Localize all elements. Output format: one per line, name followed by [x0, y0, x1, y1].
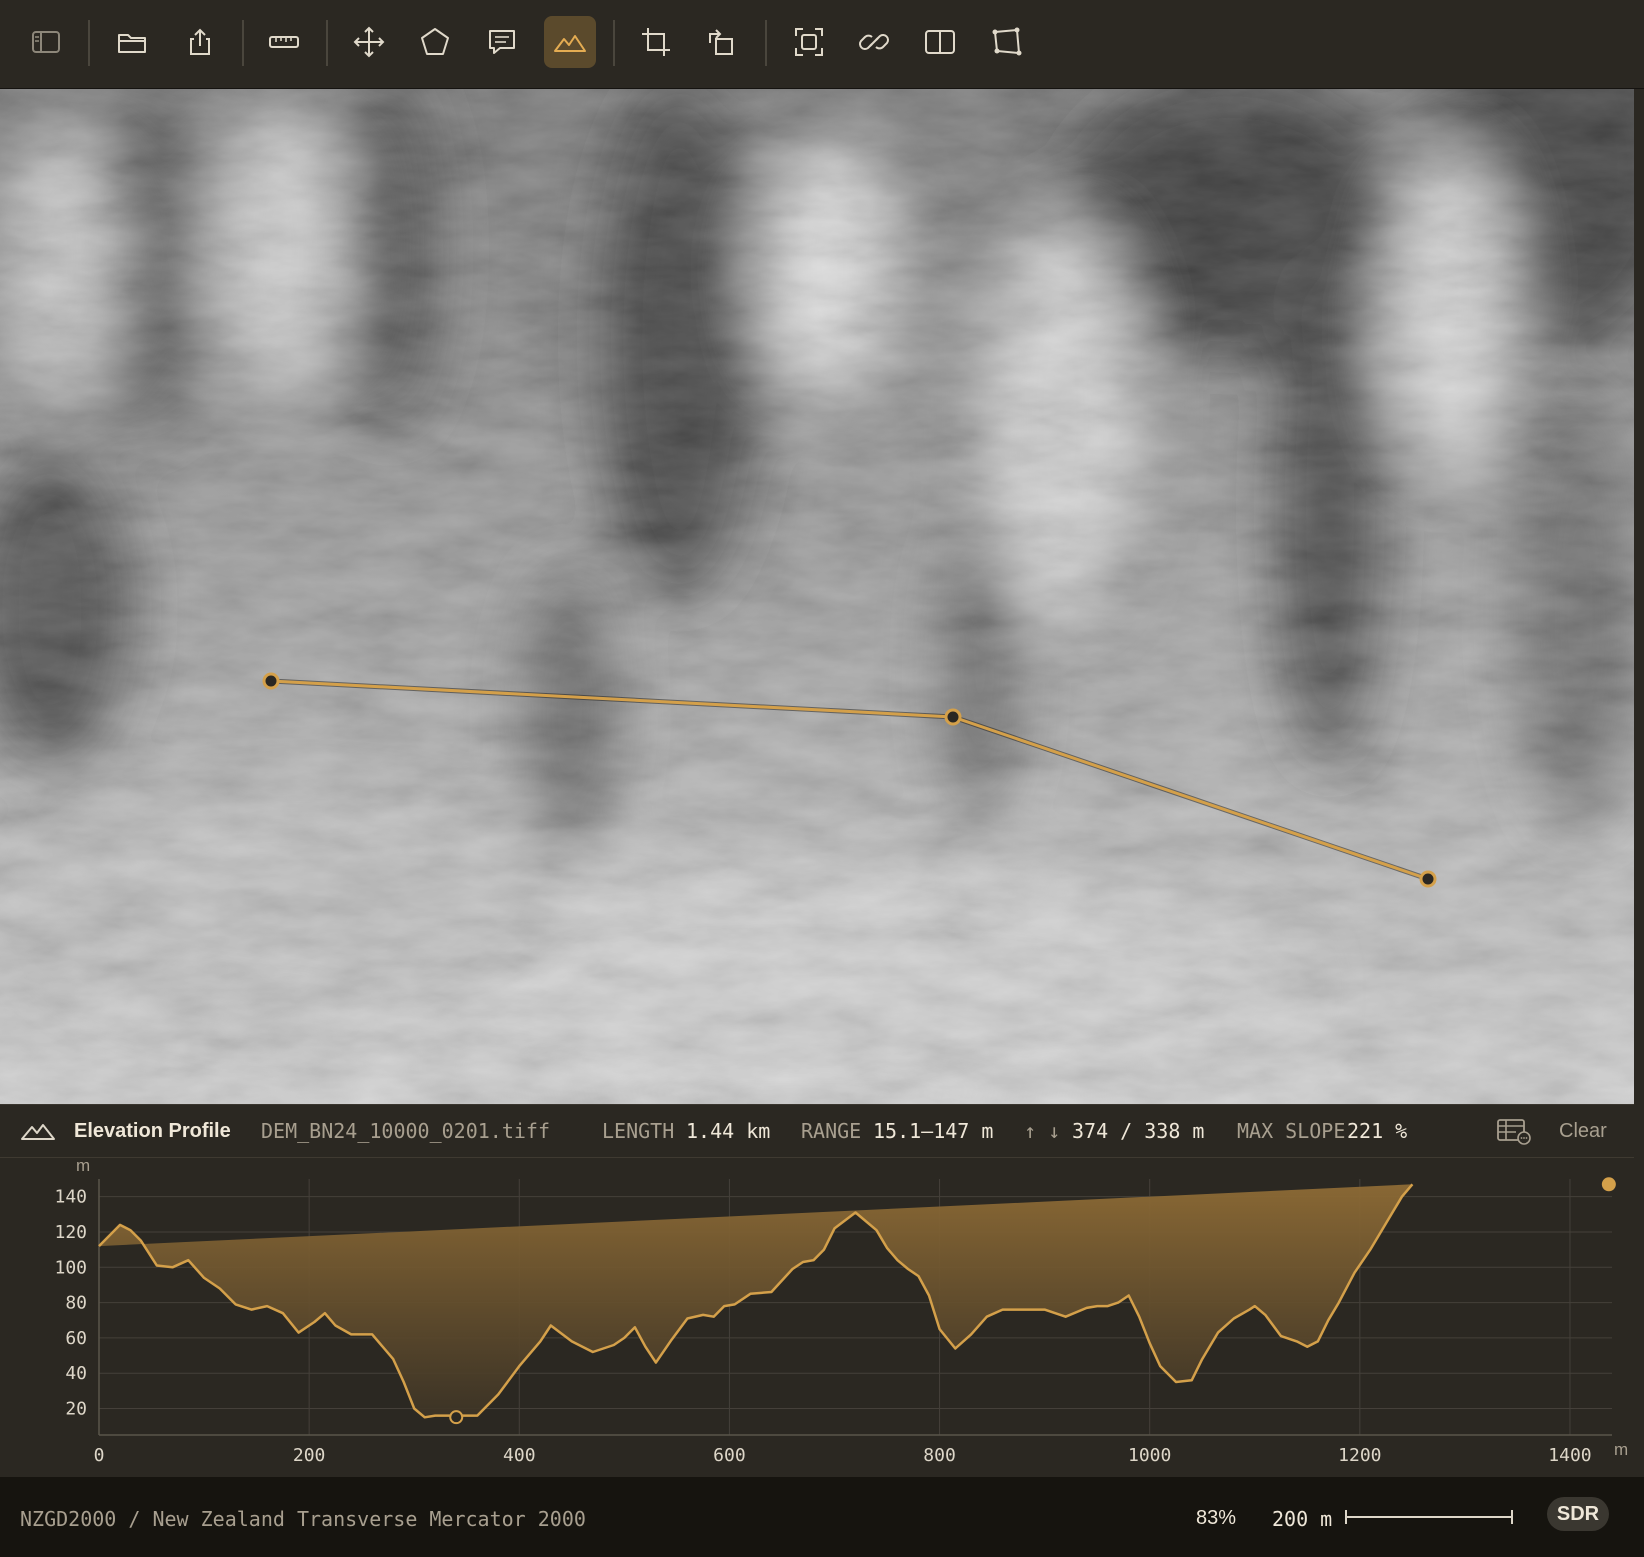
y-tick-label: 80	[65, 1293, 87, 1314]
y-tick-label: 20	[65, 1399, 87, 1420]
x-tick-label: 200	[293, 1445, 326, 1466]
x-axis: 0 200 400 600 800 1000 1200 1400	[94, 1434, 1612, 1466]
fit-to-screen-button[interactable]	[783, 16, 835, 68]
profile-title: Elevation Profile	[74, 1120, 231, 1142]
length-value: 1.44 km	[686, 1119, 771, 1143]
y-axis-unit: m	[76, 1157, 90, 1175]
ascent-descent-value: 374 / 338 m	[1072, 1119, 1205, 1143]
crop-button[interactable]	[630, 16, 682, 68]
comment-icon	[489, 30, 515, 54]
dem-terrain-image	[0, 89, 1634, 1104]
transform-icon	[992, 27, 1022, 56]
max-slope-label: MAX SLOPE	[1237, 1119, 1346, 1143]
elevation-profile-icon	[21, 1124, 55, 1140]
move-button[interactable]	[343, 16, 395, 68]
sidebar-toggle-icon	[32, 31, 60, 53]
range-label: RANGE	[801, 1119, 862, 1143]
end-point-marker	[1601, 1177, 1616, 1192]
length-label: LENGTH	[602, 1119, 675, 1143]
x-tick-label: 600	[713, 1445, 746, 1466]
elevation-area	[99, 1184, 1413, 1418]
ascent-descent-label: ↑ ↓	[1024, 1119, 1061, 1143]
x-tick-label: 400	[503, 1445, 536, 1466]
min-elevation-marker	[449, 1410, 464, 1425]
x-tick-label: 800	[923, 1445, 956, 1466]
polygon-button[interactable]	[409, 16, 461, 68]
rotate-button[interactable]	[695, 16, 747, 68]
map-scrollbar[interactable]	[1634, 89, 1644, 1104]
y-tick-label: 60	[65, 1328, 87, 1349]
share-icon	[190, 28, 210, 55]
table-export-icon[interactable]	[1496, 1117, 1532, 1145]
path-vertex-end[interactable]	[1419, 870, 1437, 888]
y-tick-label: 40	[65, 1363, 87, 1384]
comment-button[interactable]	[476, 16, 528, 68]
link-button[interactable]	[848, 16, 900, 68]
ruler-icon	[269, 36, 299, 48]
rotate-icon	[709, 29, 733, 55]
open-folder-button[interactable]	[106, 16, 158, 68]
source-file-name: DEM_BN24_10000_0201.tiff	[261, 1119, 550, 1143]
toolbar	[0, 0, 1644, 89]
x-tick-label: 1000	[1128, 1445, 1171, 1466]
scale-label: 200 m	[1272, 1507, 1333, 1531]
range-value: 15.1–147 m	[873, 1119, 994, 1143]
dynamic-range-badge[interactable]: SDR	[1547, 1497, 1609, 1531]
zoom-level[interactable]: 83%	[1196, 1507, 1236, 1530]
x-tick-label: 1200	[1338, 1445, 1381, 1466]
scale-bar	[1345, 1510, 1513, 1524]
move-icon	[353, 26, 385, 58]
sidebar-toggle-button[interactable]	[20, 16, 72, 68]
open-folder-icon	[118, 34, 146, 53]
x-axis-unit: m	[1614, 1440, 1628, 1459]
elevation-profile-button[interactable]	[544, 16, 596, 68]
y-tick-label: 140	[54, 1187, 87, 1208]
y-axis: 20 40 60 80 100 120 140	[54, 1179, 100, 1435]
fit-to-screen-icon	[795, 28, 823, 56]
polygon-icon	[421, 28, 449, 55]
transform-button[interactable]	[980, 16, 1032, 68]
ruler-button[interactable]	[258, 16, 310, 68]
map-view[interactable]	[0, 89, 1634, 1104]
elevation-profile-panel: Elevation Profile DEM_BN24_10000_0201.ti…	[0, 1104, 1634, 1477]
x-tick-label: 0	[94, 1445, 105, 1466]
elevation-profile-icon	[554, 35, 586, 52]
crop-icon	[642, 28, 670, 56]
y-tick-label: 100	[54, 1257, 87, 1278]
crs-label: NZGD2000 / New Zealand Transverse Mercat…	[20, 1507, 586, 1531]
clear-button[interactable]: Clear	[1559, 1119, 1607, 1143]
share-button[interactable]	[174, 16, 226, 68]
path-vertex-start[interactable]	[262, 672, 280, 690]
y-tick-label: 120	[54, 1222, 87, 1243]
max-slope-value: 221 %	[1347, 1119, 1408, 1143]
split-view-icon	[925, 30, 955, 54]
profile-scrollbar[interactable]	[1634, 1104, 1644, 1476]
path-vertex-middle[interactable]	[944, 708, 962, 726]
link-icon	[859, 34, 889, 50]
x-tick-label: 1400	[1548, 1445, 1591, 1466]
elevation-chart[interactable]: 20 40 60 80 100 120 140 0 200 400 600 800 1000 1200 1…	[0, 1157, 1634, 1477]
split-view-button[interactable]	[914, 16, 966, 68]
status-bar: NZGD2000 / New Zealand Transverse Mercat…	[0, 1476, 1644, 1557]
profile-header: Elevation Profile DEM_BN24_10000_0201.ti…	[0, 1105, 1634, 1158]
